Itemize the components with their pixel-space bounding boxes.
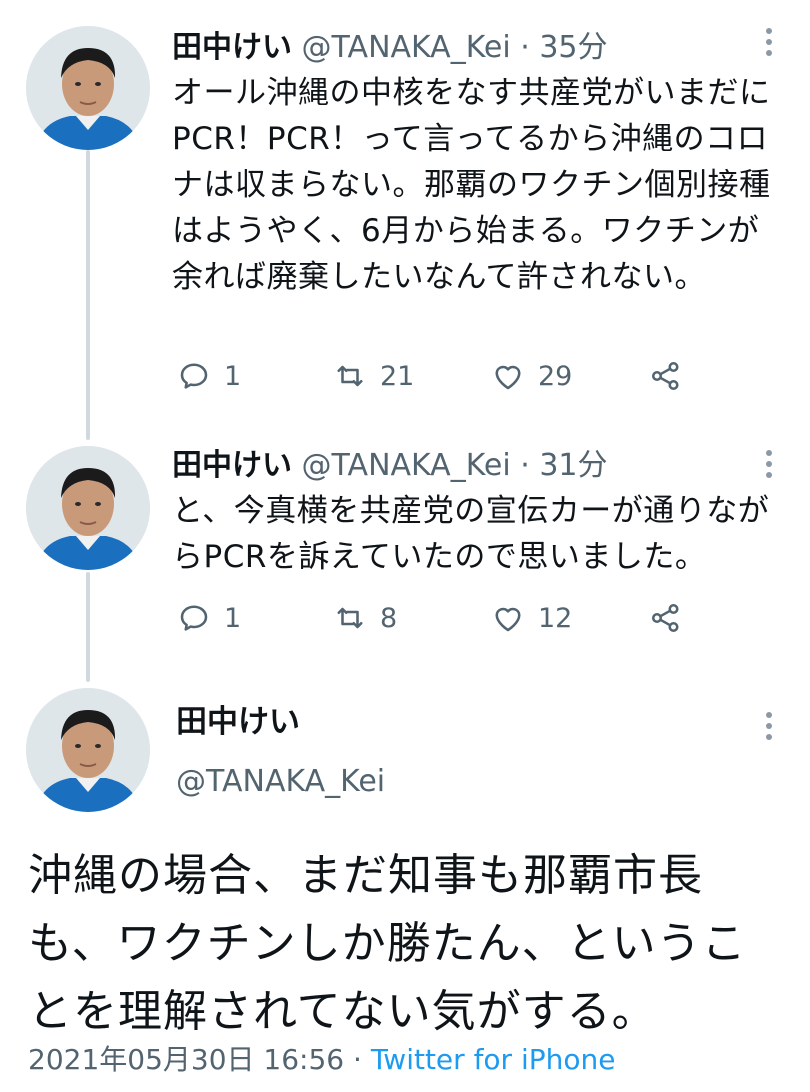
retweet-icon	[337, 365, 363, 387]
tweet-source-link[interactable]: Twitter for iPhone	[371, 1043, 616, 1076]
author-name[interactable]: 田中けい	[172, 30, 292, 65]
like-count: 29	[538, 360, 573, 392]
tweet-header: 田中けい @TANAKA_Kei · 35分	[172, 28, 608, 68]
tweet-time[interactable]: 31分	[539, 448, 607, 483]
avatar[interactable]	[26, 446, 150, 570]
separator: ·	[520, 448, 530, 483]
thread-line	[86, 150, 90, 440]
retweet-count: 8	[380, 602, 398, 634]
tweet-actions: 1 21 29	[172, 356, 712, 396]
like-button[interactable]: 29	[490, 356, 572, 396]
separator: ·	[520, 30, 530, 65]
avatar[interactable]	[26, 26, 150, 150]
retweet-button[interactable]: 8	[332, 598, 397, 638]
heart-icon	[495, 365, 521, 390]
retweet-button[interactable]: 21	[332, 356, 414, 396]
like-button[interactable]: 12	[490, 598, 572, 638]
thread-line	[86, 572, 90, 682]
like-count: 12	[538, 602, 573, 634]
share-button[interactable]	[648, 598, 684, 638]
retweet-icon	[337, 607, 363, 629]
author-handle[interactable]: @TANAKA_Kei	[302, 30, 511, 65]
tweet-text: と、今真横を共産党の宣伝カーが通りながらPCRを訴えていたので思いました。	[172, 493, 770, 575]
tweet-date[interactable]: 2021年05月30日 16:56	[28, 1043, 344, 1076]
reply-button[interactable]: 1	[176, 356, 241, 396]
tweet-time[interactable]: 35分	[539, 30, 607, 65]
retweet-count: 21	[380, 360, 415, 392]
main-tweet-text: 沖縄の場合、まだ知事も那覇市長も、ワクチンしか勝たん、ということを理解されてない…	[28, 850, 747, 1037]
share-button[interactable]	[648, 356, 684, 396]
tweet-header: 田中けい @TANAKA_Kei · 31分	[172, 446, 608, 486]
reply-button[interactable]: 1	[176, 598, 241, 638]
reply-icon	[180, 605, 208, 631]
reply-count: 1	[224, 602, 242, 634]
avatar[interactable]	[26, 688, 150, 812]
separator: ·	[353, 1043, 362, 1076]
more-vertical-icon[interactable]	[764, 28, 774, 56]
more-vertical-icon[interactable]	[764, 450, 774, 478]
author-handle[interactable]: @TANAKA_Kei	[302, 448, 511, 483]
share-icon	[651, 603, 679, 633]
share-icon	[651, 361, 679, 391]
author-name[interactable]: 田中けい	[172, 448, 292, 483]
heart-icon	[495, 607, 521, 632]
author-name[interactable]: 田中けい	[176, 702, 300, 742]
reply-count: 1	[224, 360, 242, 392]
author-handle[interactable]: @TANAKA_Kei	[176, 762, 385, 802]
tweet-actions: 1 8 12	[172, 598, 712, 638]
tweet-meta: 2021年05月30日 16:56 · Twitter for iPhone	[28, 1040, 616, 1080]
tweet-text: オール沖縄の中核をなす共産党がいまだにPCR！PCR！って言ってるから沖縄のコロ…	[172, 75, 771, 295]
more-vertical-icon[interactable]	[764, 712, 774, 740]
reply-icon	[180, 363, 208, 389]
